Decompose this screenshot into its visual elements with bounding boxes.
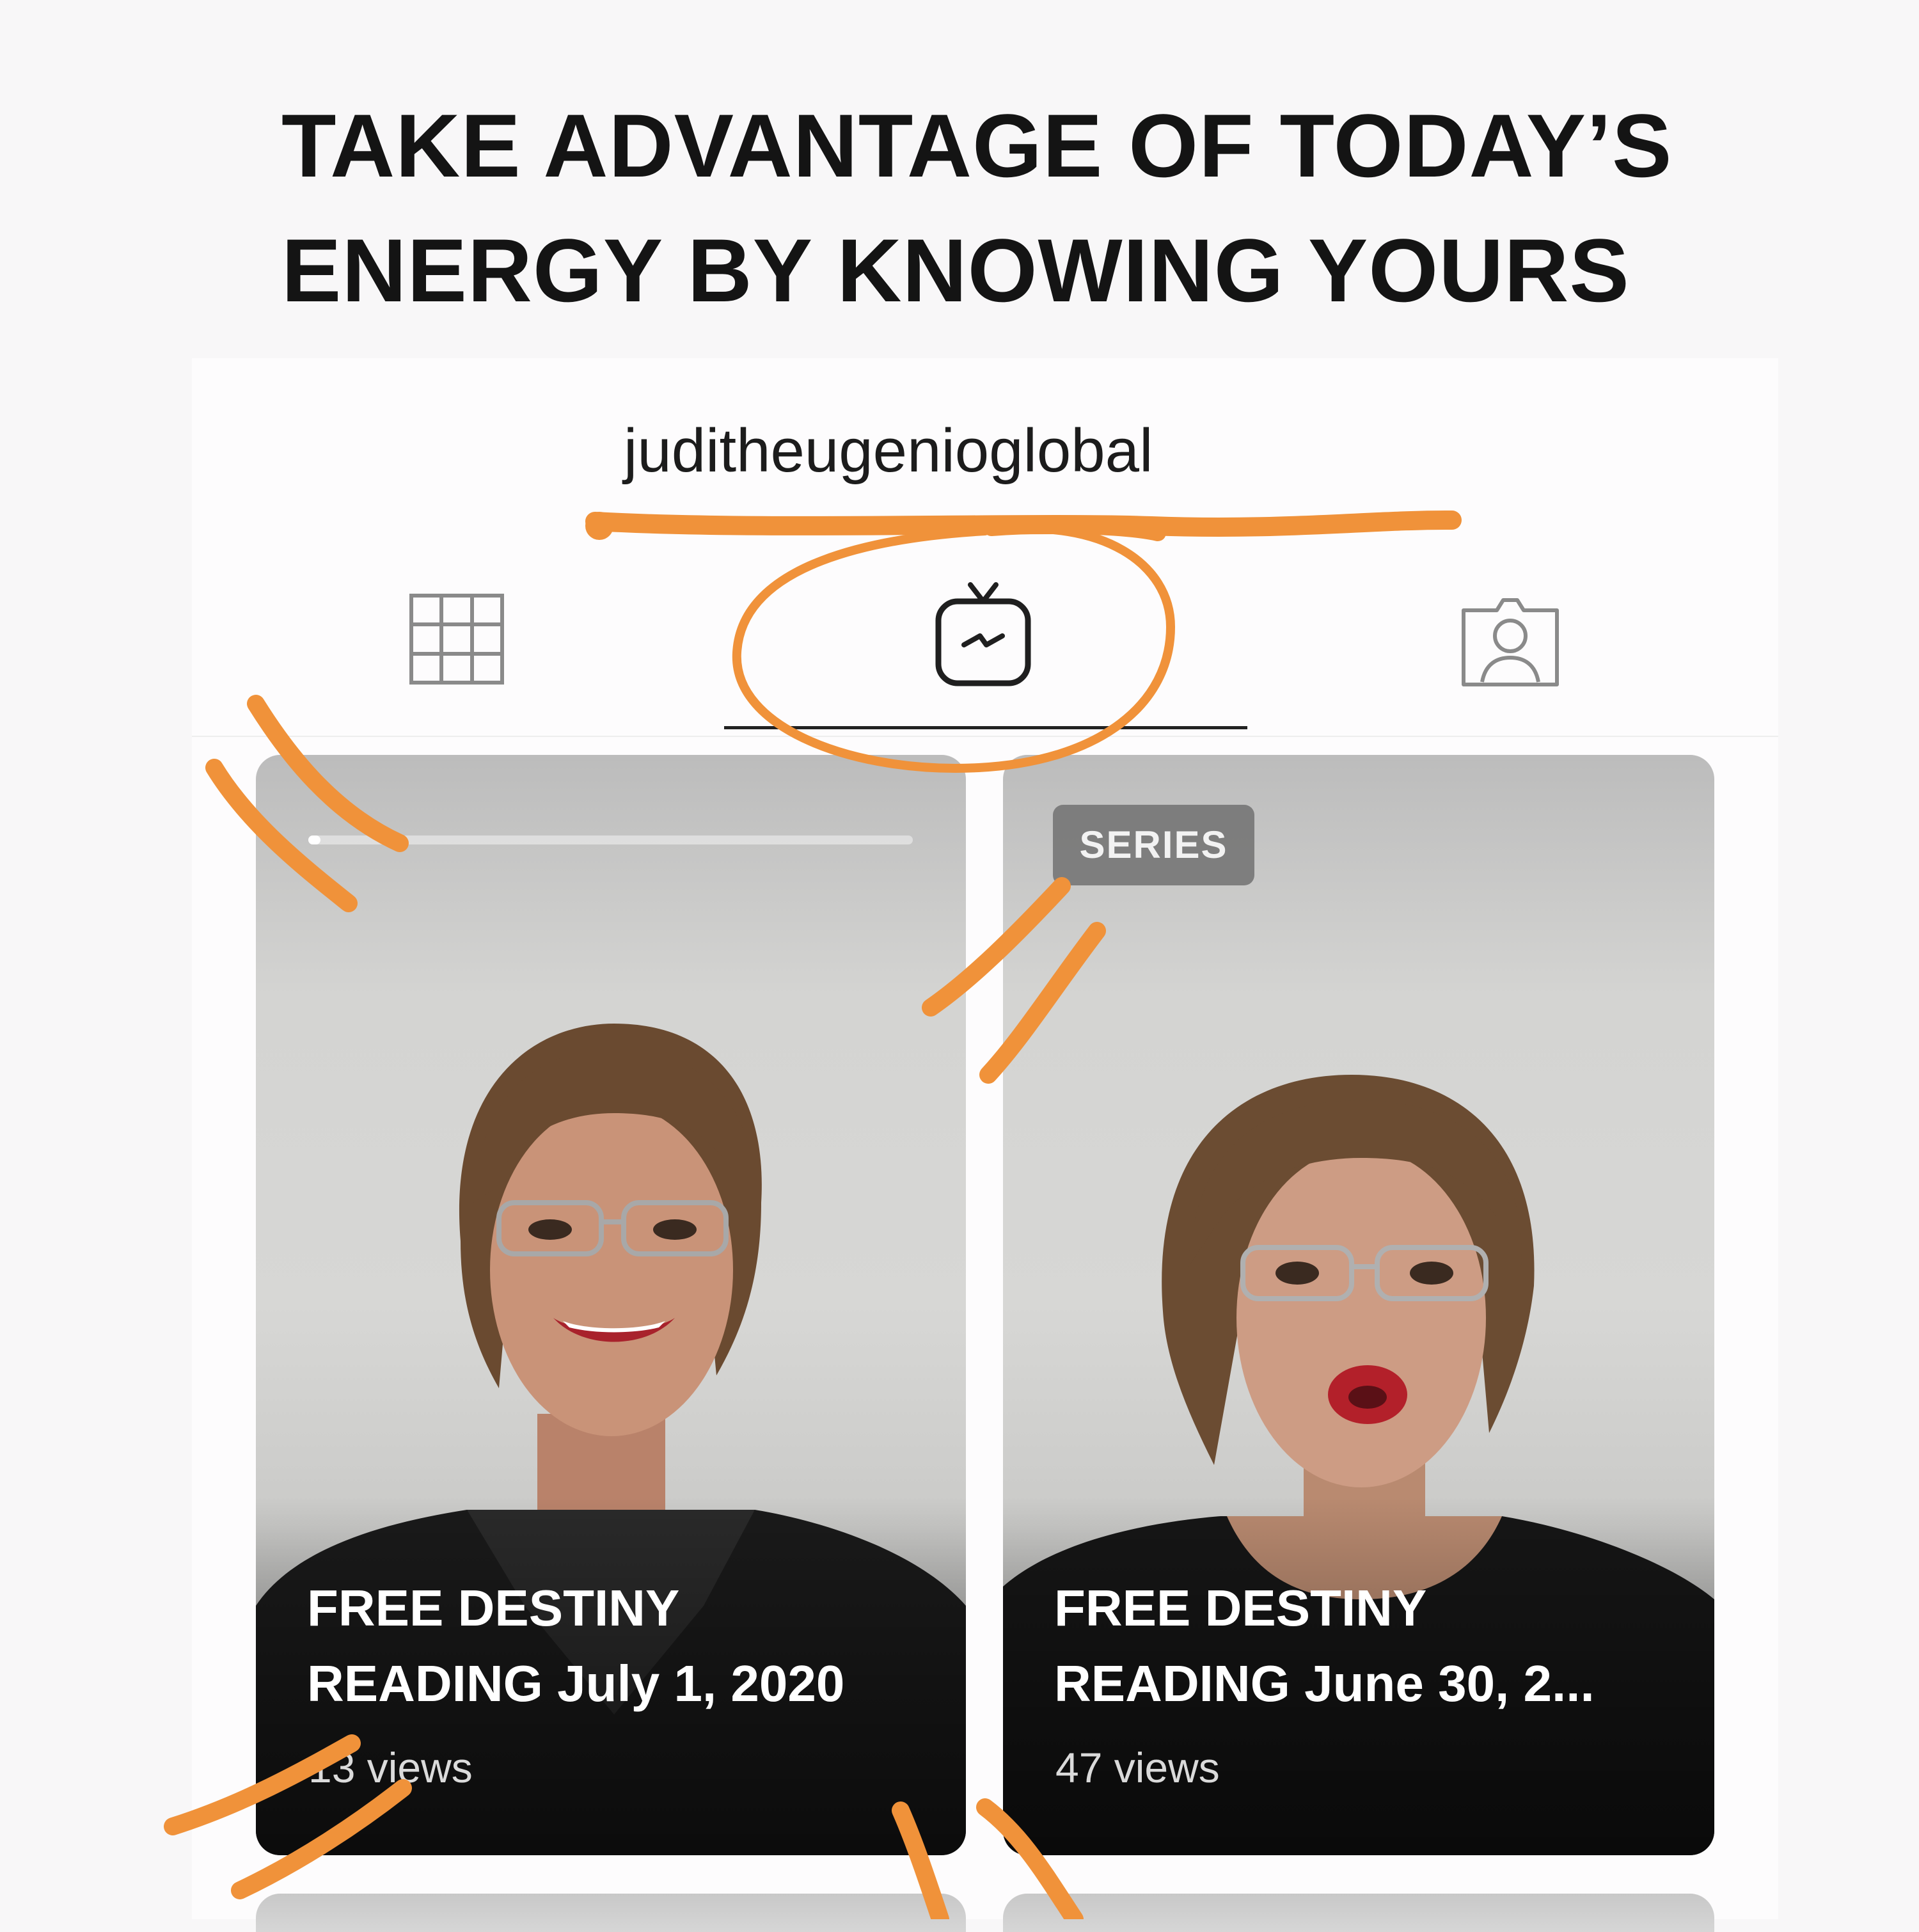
video-card[interactable]: FREE DESTINY READING July 1, 2020 13 vie… xyxy=(256,755,966,1855)
video-title-line-1: FREE DESTINY xyxy=(1054,1580,1427,1636)
headline: TAKE ADVANTAGE OF TODAY’S ENERGY BY KNOW… xyxy=(281,83,1753,333)
video-title-line-2: READING July 1, 2020 xyxy=(307,1655,845,1712)
headline-line-1: TAKE ADVANTAGE OF TODAY’S xyxy=(281,95,1673,196)
video-title-line-2: READING June 30, 2... xyxy=(1054,1655,1595,1712)
video-title-line-1: FREE DESTINY xyxy=(307,1580,680,1636)
series-badge: SERIES xyxy=(1053,805,1254,885)
profile-username[interactable]: juditheugenioglobal xyxy=(624,416,1153,486)
progress-bar xyxy=(308,835,913,844)
video-card[interactable]: SERIES FREE DESTINY READING June 30, 2..… xyxy=(1003,755,1714,1855)
tab-divider xyxy=(192,736,1778,737)
video-title: FREE DESTINY READING June 30, 2... xyxy=(1054,1571,1681,1722)
igtv-icon[interactable] xyxy=(935,582,1031,688)
headline-line-2: ENERGY BY KNOWING YOURS xyxy=(281,220,1630,321)
tagged-icon[interactable] xyxy=(1460,594,1561,688)
video-card-peek[interactable] xyxy=(256,1894,966,1932)
video-views: 13 views xyxy=(308,1744,473,1791)
grid-icon[interactable] xyxy=(409,594,504,685)
video-card-peek[interactable] xyxy=(1003,1894,1714,1932)
video-title: FREE DESTINY READING July 1, 2020 xyxy=(307,1571,934,1722)
video-views: 47 views xyxy=(1055,1744,1220,1791)
active-tab-indicator xyxy=(724,726,1247,729)
progress-bar-fill xyxy=(308,835,320,844)
